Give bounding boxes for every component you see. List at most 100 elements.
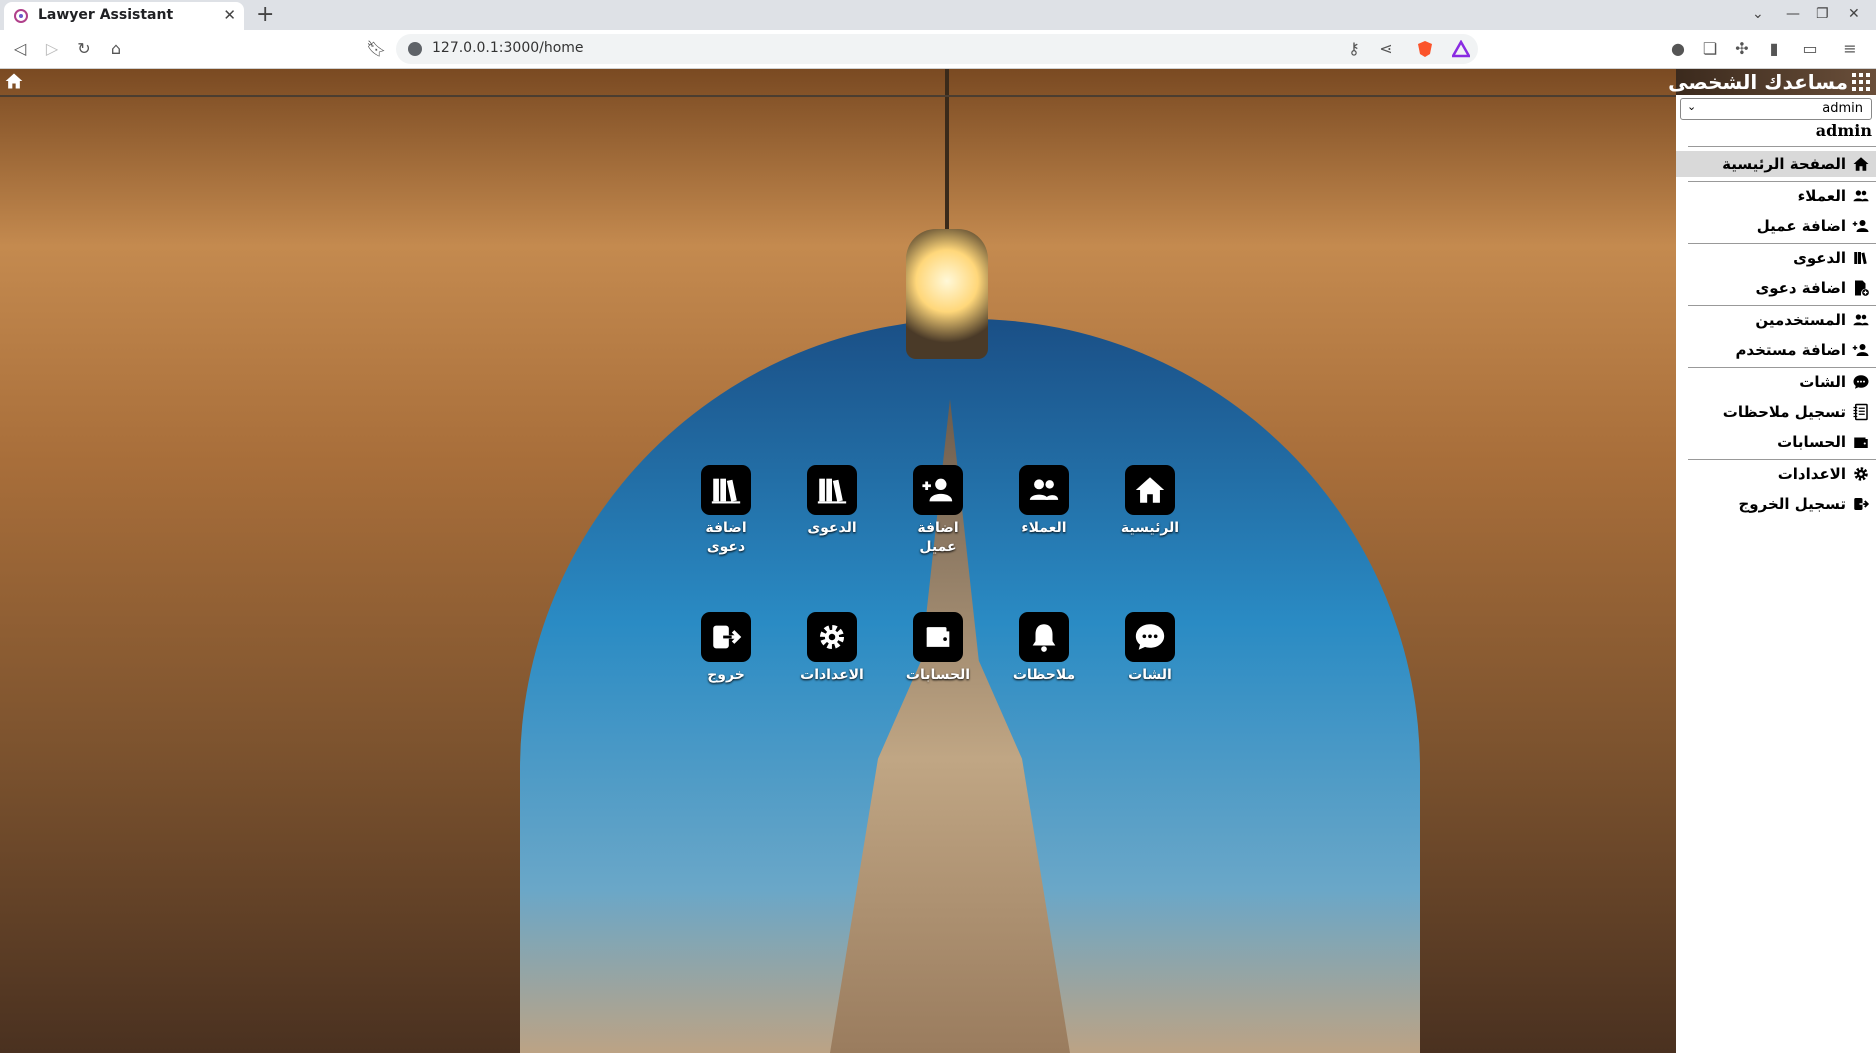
chat-icon bbox=[1853, 375, 1869, 389]
sidebar-item-users[interactable]: المستخدمين bbox=[1676, 307, 1876, 333]
grid-menu-icon[interactable] bbox=[1852, 73, 1870, 91]
tile-label: الحسابات bbox=[905, 667, 971, 683]
tile-clients[interactable]: العملاء bbox=[1004, 465, 1084, 538]
reload-icon[interactable]: ↻ bbox=[74, 39, 94, 59]
books-icon bbox=[711, 478, 741, 504]
sidebar-item-settings[interactable]: الاعدادات bbox=[1676, 461, 1876, 487]
url-text: 127.0.0.1:3000/home bbox=[432, 40, 584, 56]
tile-icon-box bbox=[1019, 465, 1069, 515]
divider bbox=[1688, 459, 1876, 460]
tile-label: العملاء bbox=[1021, 520, 1067, 536]
page-content: الرئيسية العملاء اضافة عميل الدعوى اضافة… bbox=[0, 69, 1876, 1053]
user-select[interactable]: admin ⌄ bbox=[1680, 98, 1872, 120]
user-plus-icon bbox=[1852, 344, 1869, 356]
tile-label: ملاحظات bbox=[1012, 667, 1076, 683]
sidebar-item-add-client[interactable]: اضافة عميل bbox=[1676, 213, 1876, 239]
sidebar-item-label: الدعوى bbox=[1793, 249, 1846, 267]
divider bbox=[1688, 243, 1876, 244]
tile-notes[interactable]: ملاحظات bbox=[1004, 612, 1084, 685]
tile-label: اضافة عميل bbox=[917, 520, 959, 555]
password-key-icon[interactable]: ⚷ bbox=[1344, 39, 1364, 59]
divider bbox=[1688, 305, 1876, 306]
brave-rewards-icon[interactable] bbox=[1452, 40, 1470, 58]
tile-icon-box bbox=[1125, 612, 1175, 662]
tile-label: الاعدادات bbox=[800, 667, 864, 683]
tile-cases[interactable]: الدعوى bbox=[792, 465, 872, 538]
tab-close-icon[interactable]: ✕ bbox=[223, 6, 236, 24]
forward-icon[interactable]: ▷ bbox=[42, 39, 62, 59]
tab-search-icon[interactable]: ⌄ bbox=[1752, 6, 1764, 22]
notebook-icon bbox=[1853, 403, 1868, 421]
sidebar: مساعدك الشخصى admin ⌄ admin الصفحة الرئي… bbox=[1668, 69, 1876, 1053]
background-lantern bbox=[906, 229, 988, 359]
share-icon[interactable]: ⋖ bbox=[1376, 39, 1396, 59]
bookmark-icon[interactable]: 🔖︎ bbox=[366, 39, 386, 59]
tile-label: الرئيسية bbox=[1120, 520, 1180, 536]
chevron-down-icon: ⌄ bbox=[1687, 100, 1697, 113]
browser-tab[interactable]: Lawyer Assistant ✕ bbox=[4, 2, 244, 30]
sidebar-item-chat[interactable]: الشات bbox=[1676, 369, 1876, 395]
address-bar[interactable]: 127.0.0.1:3000/home ⚷ ⋖ bbox=[396, 34, 1478, 64]
home-icon[interactable] bbox=[4, 71, 24, 91]
app-favicon-icon bbox=[14, 9, 28, 23]
tile-icon-box bbox=[701, 612, 751, 662]
tile-add-client[interactable]: اضافة عميل bbox=[898, 465, 978, 557]
tile-settings[interactable]: الاعدادات bbox=[792, 612, 872, 685]
home-button-icon[interactable]: ⌂ bbox=[106, 39, 126, 59]
sidebar-item-logout[interactable]: تسجيل الخروج bbox=[1676, 491, 1876, 517]
wallet-icon[interactable]: ▭ bbox=[1800, 39, 1820, 59]
extensions-puzzle-icon[interactable]: ✣ bbox=[1732, 39, 1752, 59]
tile-icon-box bbox=[913, 465, 963, 515]
wallet-icon bbox=[926, 627, 950, 647]
menu-icon[interactable]: ≡ bbox=[1840, 39, 1860, 59]
brave-shield-icon[interactable] bbox=[1416, 40, 1434, 58]
sidebar-item-accounts[interactable]: الحسابات bbox=[1676, 429, 1876, 455]
sidebar-item-home[interactable]: الصفحة الرئيسية bbox=[1676, 151, 1876, 177]
home-icon bbox=[1135, 477, 1165, 503]
minimize-button[interactable]: — bbox=[1786, 6, 1800, 22]
tile-home[interactable]: الرئيسية bbox=[1110, 465, 1190, 538]
sidebar-item-label: اضافة عميل bbox=[1756, 217, 1846, 235]
user-select-value: admin bbox=[1822, 101, 1863, 116]
sidebar-item-label: اضافة مستخدم bbox=[1735, 341, 1846, 359]
tile-icon-box bbox=[1019, 612, 1069, 662]
tab-title: Lawyer Assistant bbox=[38, 7, 174, 23]
tile-logout[interactable]: خروج bbox=[686, 612, 766, 685]
sidebar-item-cases[interactable]: الدعوى bbox=[1676, 245, 1876, 271]
tile-icon-box bbox=[913, 612, 963, 662]
gear-icon bbox=[819, 624, 845, 650]
tile-label: اضافة دعوى bbox=[705, 520, 747, 555]
logout-icon bbox=[1854, 498, 1870, 510]
tile-add-case[interactable]: اضافة دعوى bbox=[686, 465, 766, 557]
browser-tabstrip: Lawyer Assistant ✕ + ⌄ — ❐ ✕ bbox=[0, 0, 1876, 30]
extension-icon[interactable]: ❏ bbox=[1700, 39, 1720, 59]
sidebar-item-notes[interactable]: تسجيل ملاحظات bbox=[1676, 399, 1876, 425]
app-title-text: مساعدك الشخصى bbox=[1668, 70, 1848, 94]
wallet-icon bbox=[1854, 437, 1868, 448]
new-tab-button[interactable]: + bbox=[256, 2, 274, 27]
tile-label: خروج bbox=[707, 667, 745, 683]
tile-accounts[interactable]: الحسابات bbox=[898, 612, 978, 685]
chat-icon bbox=[1135, 624, 1165, 650]
tile-label: الدعوى bbox=[807, 520, 857, 536]
divider bbox=[1688, 146, 1876, 147]
site-info-icon[interactable] bbox=[408, 42, 422, 56]
sidebar-item-label: الاعدادات bbox=[1777, 465, 1846, 483]
restore-button[interactable]: ❐ bbox=[1816, 6, 1829, 22]
browser-toolbar: ◁ ▷ ↻ ⌂ 🔖︎ 127.0.0.1:3000/home ⚷ ⋖ ● ❏ ✣… bbox=[0, 30, 1876, 69]
sidebar-item-clients[interactable]: العملاء bbox=[1676, 183, 1876, 209]
sidebar-item-add-user[interactable]: اضافة مستخدم bbox=[1676, 337, 1876, 363]
users-icon bbox=[1029, 479, 1059, 500]
sidebar-item-label: تسجيل ملاحظات bbox=[1722, 403, 1846, 421]
extension-icon[interactable]: ● bbox=[1668, 39, 1688, 59]
books-icon bbox=[1854, 252, 1867, 265]
sidebar-toggle-icon[interactable]: ▮ bbox=[1764, 39, 1784, 59]
bell-icon bbox=[1032, 624, 1056, 652]
tile-chat[interactable]: الشات bbox=[1110, 612, 1190, 685]
current-username: admin bbox=[1815, 121, 1872, 140]
logout-icon bbox=[713, 625, 742, 649]
back-icon[interactable]: ◁ bbox=[10, 39, 30, 59]
sidebar-item-label: المستخدمين bbox=[1755, 311, 1846, 329]
close-window-button[interactable]: ✕ bbox=[1848, 6, 1860, 22]
sidebar-item-add-case[interactable]: اضافة دعوى bbox=[1676, 275, 1876, 301]
